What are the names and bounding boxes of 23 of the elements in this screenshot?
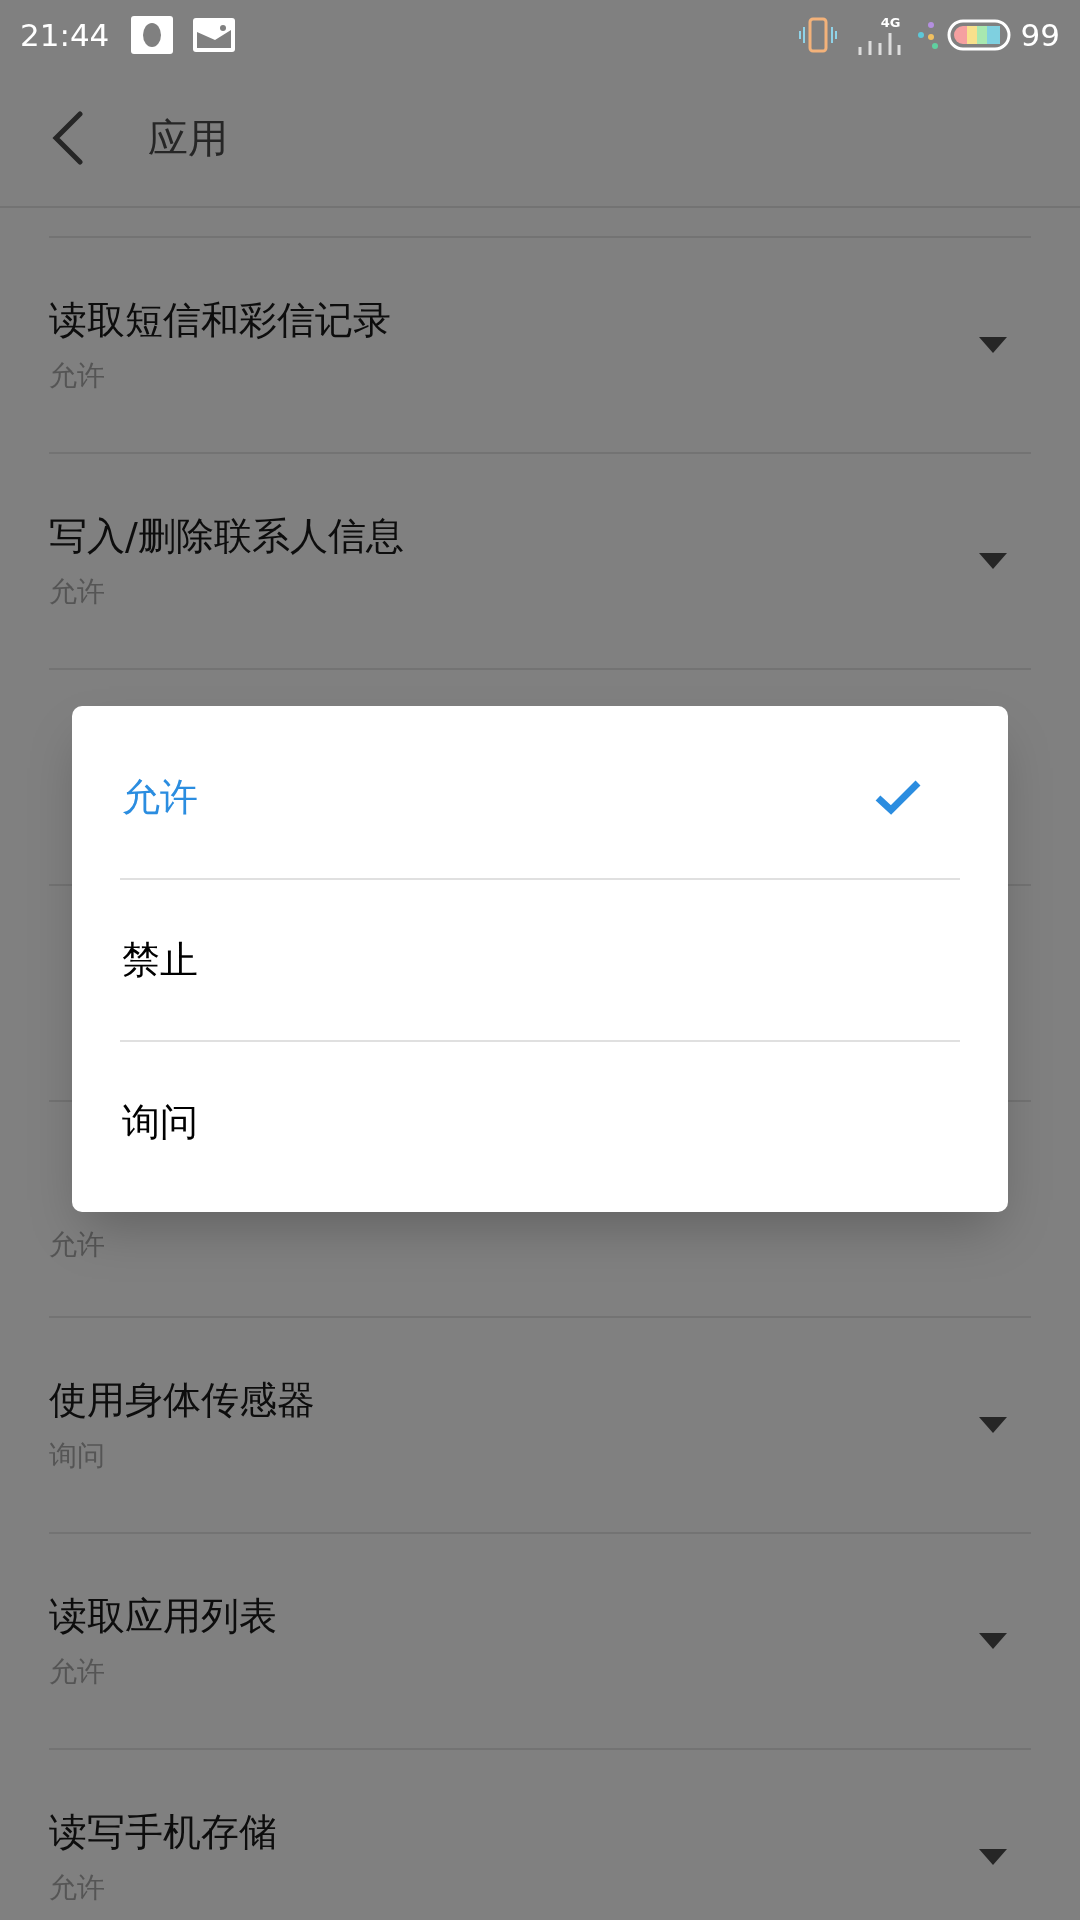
dialog-option[interactable]: 允许 xyxy=(120,716,960,878)
dialog-option[interactable]: 询问 xyxy=(120,1040,960,1202)
dialog-option[interactable]: 禁止 xyxy=(120,878,960,1040)
page-title: 应用 xyxy=(148,114,228,163)
dropdown-arrow-icon[interactable] xyxy=(979,337,1007,353)
permission-title: 使用身体传感器 xyxy=(49,1377,316,1425)
permission-title: 读取短信和彩信记录 xyxy=(49,297,392,345)
dropdown-arrow-icon[interactable] xyxy=(979,1849,1007,1865)
network-type: 4G xyxy=(880,15,901,29)
back-icon[interactable] xyxy=(50,111,84,165)
battery-level: 99 xyxy=(1020,15,1060,55)
permission-title: 读取应用列表 xyxy=(49,1593,278,1641)
status-time: 21:44 xyxy=(20,15,110,55)
check-icon xyxy=(874,778,922,816)
battery-icon xyxy=(946,19,1011,51)
permission-title: 读写手机存储 xyxy=(49,1809,278,1857)
image-icon xyxy=(193,18,236,52)
dropdown-arrow-icon[interactable] xyxy=(979,553,1007,569)
dropdown-arrow-icon[interactable] xyxy=(979,1417,1007,1433)
permission-title: 写入/删除联系人信息 xyxy=(49,513,405,561)
vibrate-icon xyxy=(798,17,837,53)
dots-icon xyxy=(916,20,939,50)
dropdown-arrow-icon[interactable] xyxy=(979,1633,1007,1649)
